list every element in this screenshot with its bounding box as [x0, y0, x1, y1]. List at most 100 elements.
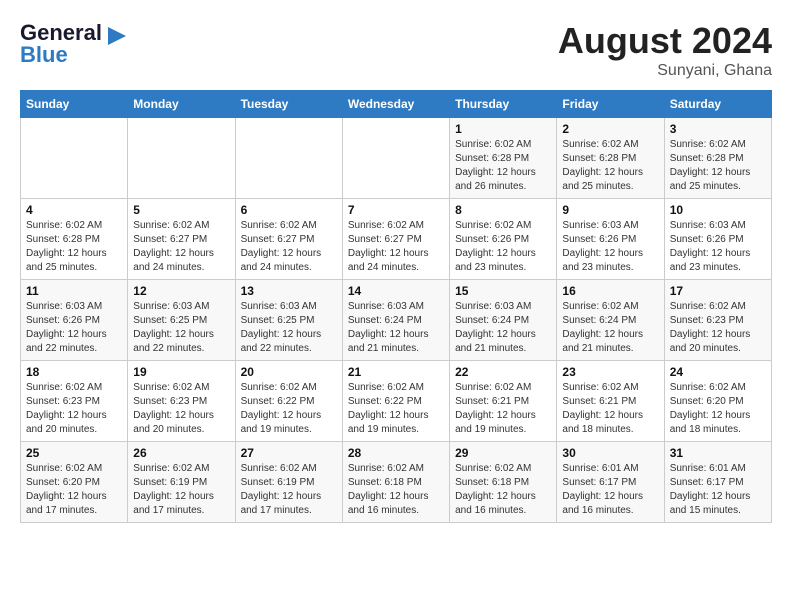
- calendar-cell: 24 Sunrise: 6:02 AMSunset: 6:20 PMDayligh…: [664, 361, 771, 442]
- calendar-cell: 30Sunrise: 6:01 AMSunset: 6:17 PMDayligh…: [557, 442, 664, 523]
- day-number: 12: [133, 284, 229, 298]
- day-number: 20: [241, 365, 337, 379]
- day-info: Sunrise: 6:01 AMSunset: 6:17 PMDaylight:…: [670, 462, 766, 518]
- page-header: General Blue August 2024 Sunyani, Ghana: [20, 20, 772, 80]
- month-year: August 2024: [558, 20, 772, 62]
- day-number: 14: [348, 284, 444, 298]
- day-info: Sunrise: 6:03 AMSunset: 6:25 PMDaylight:…: [241, 300, 337, 356]
- day-info: Sunrise: 6:02 AMSunset: 6:20 PMDaylight:…: [670, 381, 766, 437]
- day-info: Sunrise: 6:02 AMSunset: 6:18 PMDaylight:…: [348, 462, 444, 518]
- header-tuesday: Tuesday: [235, 91, 342, 118]
- calendar-cell: 19 Sunrise: 6:02 AMSunset: 6:23 PMDayligh…: [128, 361, 235, 442]
- day-info: Sunrise: 6:03 AMSunset: 6:26 PMDaylight:…: [562, 219, 658, 275]
- calendar-cell: 31 Sunrise: 6:01 AMSunset: 6:17 PMDayligh…: [664, 442, 771, 523]
- day-number: 10: [670, 203, 766, 217]
- calendar-cell: 18 Sunrise: 6:02 AMSunset: 6:23 PMDayligh…: [21, 361, 128, 442]
- day-number: 29: [455, 446, 551, 460]
- day-info: Sunrise: 6:02 AMSunset: 6:27 PMDaylight:…: [241, 219, 337, 275]
- day-number: 16: [562, 284, 658, 298]
- day-info: Sunrise: 6:02 AMSunset: 6:23 PMDaylight:…: [26, 381, 122, 437]
- day-number: 22: [455, 365, 551, 379]
- day-number: 8: [455, 203, 551, 217]
- day-info: Sunrise: 6:02 AMSunset: 6:28 PMDaylight:…: [455, 138, 551, 194]
- day-info: Sunrise: 6:02 AMSunset: 6:27 PMDaylight:…: [133, 219, 229, 275]
- week-row-4: 18 Sunrise: 6:02 AMSunset: 6:23 PMDayligh…: [21, 361, 772, 442]
- calendar-cell: 12 Sunrise: 6:03 AMSunset: 6:25 PMDayligh…: [128, 280, 235, 361]
- day-info: Sunrise: 6:02 AMSunset: 6:28 PMDaylight:…: [562, 138, 658, 194]
- calendar-cell: 8 Sunrise: 6:02 AMSunset: 6:26 PMDaylight…: [450, 199, 557, 280]
- day-info: Sunrise: 6:02 AMSunset: 6:22 PMDaylight:…: [348, 381, 444, 437]
- calendar-cell: 15 Sunrise: 6:03 AMSunset: 6:24 PMDayligh…: [450, 280, 557, 361]
- day-number: 21: [348, 365, 444, 379]
- calendar-cell: 26Sunrise: 6:02 AMSunset: 6:19 PMDayligh…: [128, 442, 235, 523]
- header-wednesday: Wednesday: [342, 91, 449, 118]
- calendar-cell: 27 Sunrise: 6:02 AMSunset: 6:19 PMDayligh…: [235, 442, 342, 523]
- header-saturday: Saturday: [664, 91, 771, 118]
- day-info: Sunrise: 6:03 AMSunset: 6:26 PMDaylight:…: [26, 300, 122, 356]
- day-number: 19: [133, 365, 229, 379]
- day-number: 3: [670, 122, 766, 136]
- day-info: Sunrise: 6:03 AMSunset: 6:24 PMDaylight:…: [455, 300, 551, 356]
- day-number: 18: [26, 365, 122, 379]
- day-number: 28: [348, 446, 444, 460]
- day-number: 11: [26, 284, 122, 298]
- logo: General Blue: [20, 20, 126, 68]
- month-title: August 2024 Sunyani, Ghana: [558, 20, 772, 80]
- calendar-cell: 20 Sunrise: 6:02 AMSunset: 6:22 PMDayligh…: [235, 361, 342, 442]
- day-info: Sunrise: 6:02 AMSunset: 6:23 PMDaylight:…: [670, 300, 766, 356]
- calendar-cell: 13 Sunrise: 6:03 AMSunset: 6:25 PMDayligh…: [235, 280, 342, 361]
- week-row-1: 1 Sunrise: 6:02 AMSunset: 6:28 PMDaylight…: [21, 118, 772, 199]
- day-info: Sunrise: 6:02 AMSunset: 6:26 PMDaylight:…: [455, 219, 551, 275]
- week-row-3: 11 Sunrise: 6:03 AMSunset: 6:26 PMDayligh…: [21, 280, 772, 361]
- day-number: 31: [670, 446, 766, 460]
- day-number: 6: [241, 203, 337, 217]
- day-info: Sunrise: 6:02 AMSunset: 6:27 PMDaylight:…: [348, 219, 444, 275]
- calendar-cell: 16Sunrise: 6:02 AMSunset: 6:24 PMDayligh…: [557, 280, 664, 361]
- day-info: Sunrise: 6:02 AMSunset: 6:19 PMDaylight:…: [241, 462, 337, 518]
- day-number: 15: [455, 284, 551, 298]
- day-number: 1: [455, 122, 551, 136]
- calendar-cell: 9 Sunrise: 6:03 AMSunset: 6:26 PMDaylight…: [557, 199, 664, 280]
- day-number: 5: [133, 203, 229, 217]
- calendar-cell: 21 Sunrise: 6:02 AMSunset: 6:22 PMDayligh…: [342, 361, 449, 442]
- day-number: 7: [348, 203, 444, 217]
- calendar-cell: 6 Sunrise: 6:02 AMSunset: 6:27 PMDaylight…: [235, 199, 342, 280]
- calendar-cell: [21, 118, 128, 199]
- weekday-header-row: Sunday Monday Tuesday Wednesday Thursday…: [21, 91, 772, 118]
- header-friday: Friday: [557, 91, 664, 118]
- day-info: Sunrise: 6:02 AMSunset: 6:23 PMDaylight:…: [133, 381, 229, 437]
- day-info: Sunrise: 6:02 AMSunset: 6:28 PMDaylight:…: [670, 138, 766, 194]
- day-number: 26: [133, 446, 229, 460]
- day-number: 4: [26, 203, 122, 217]
- calendar-cell: 3 Sunrise: 6:02 AMSunset: 6:28 PMDaylight…: [664, 118, 771, 199]
- day-number: 24: [670, 365, 766, 379]
- calendar-cell: 25Sunrise: 6:02 AMSunset: 6:20 PMDayligh…: [21, 442, 128, 523]
- calendar-cell: 28 Sunrise: 6:02 AMSunset: 6:18 PMDayligh…: [342, 442, 449, 523]
- calendar-cell: 22 Sunrise: 6:02 AMSunset: 6:21 PMDayligh…: [450, 361, 557, 442]
- location: Sunyani, Ghana: [558, 62, 772, 80]
- calendar-cell: 14 Sunrise: 6:03 AMSunset: 6:24 PMDayligh…: [342, 280, 449, 361]
- header-thursday: Thursday: [450, 91, 557, 118]
- day-info: Sunrise: 6:02 AMSunset: 6:21 PMDaylight:…: [455, 381, 551, 437]
- day-number: 27: [241, 446, 337, 460]
- calendar-table: Sunday Monday Tuesday Wednesday Thursday…: [20, 90, 772, 523]
- day-info: Sunrise: 6:02 AMSunset: 6:22 PMDaylight:…: [241, 381, 337, 437]
- calendar-cell: 4 Sunrise: 6:02 AMSunset: 6:28 PMDaylight…: [21, 199, 128, 280]
- day-info: Sunrise: 6:03 AMSunset: 6:24 PMDaylight:…: [348, 300, 444, 356]
- day-number: 23: [562, 365, 658, 379]
- calendar-cell: [342, 118, 449, 199]
- logo-text-general: General: [20, 20, 102, 45]
- calendar-cell: 5 Sunrise: 6:02 AMSunset: 6:27 PMDaylight…: [128, 199, 235, 280]
- day-info: Sunrise: 6:03 AMSunset: 6:25 PMDaylight:…: [133, 300, 229, 356]
- day-number: 17: [670, 284, 766, 298]
- day-info: Sunrise: 6:02 AMSunset: 6:28 PMDaylight:…: [26, 219, 122, 275]
- calendar-cell: 17 Sunrise: 6:02 AMSunset: 6:23 PMDayligh…: [664, 280, 771, 361]
- day-info: Sunrise: 6:02 AMSunset: 6:21 PMDaylight:…: [562, 381, 658, 437]
- day-number: 25: [26, 446, 122, 460]
- calendar-cell: 1 Sunrise: 6:02 AMSunset: 6:28 PMDaylight…: [450, 118, 557, 199]
- calendar-cell: 7 Sunrise: 6:02 AMSunset: 6:27 PMDaylight…: [342, 199, 449, 280]
- calendar-cell: [128, 118, 235, 199]
- calendar-cell: 10Sunrise: 6:03 AMSunset: 6:26 PMDayligh…: [664, 199, 771, 280]
- day-number: 13: [241, 284, 337, 298]
- day-number: 9: [562, 203, 658, 217]
